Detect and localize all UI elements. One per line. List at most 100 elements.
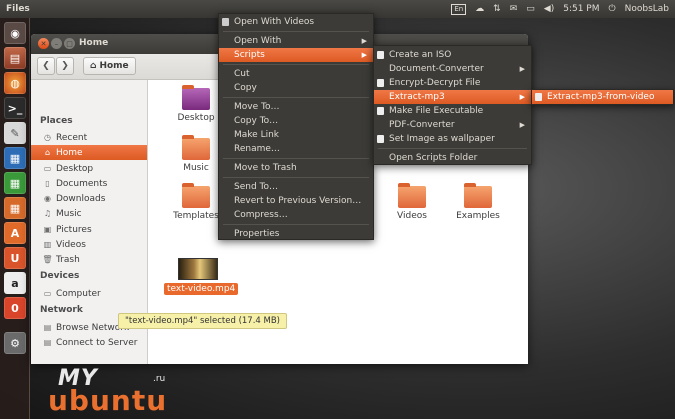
extract-mp3-from-video[interactable]: Extract-mp3-from-video (532, 90, 673, 104)
script-extract-mp3[interactable]: Extract-mp3 ▶ (374, 90, 531, 104)
update-manager-icon[interactable]: 0 (4, 297, 26, 319)
sidebar-item-label: Computer (56, 288, 101, 299)
folder-item-videos[interactable]: Videos (378, 183, 446, 221)
breadcrumb-home[interactable]: ⌂ Home (83, 57, 136, 75)
menu-copy-to[interactable]: Copy To… (219, 114, 373, 128)
menu-separator (223, 158, 369, 159)
keyboard-indicator[interactable]: En (451, 3, 467, 15)
minimize-button[interactable]: – (51, 38, 62, 49)
sidebar-item-label: Home (56, 147, 83, 158)
menu-separator (378, 148, 527, 149)
sidebar-item-desktop[interactable]: ▭ Desktop (31, 161, 147, 176)
mail-icon[interactable]: ✉ (510, 0, 518, 18)
script-file-icon (377, 107, 384, 115)
clock-icon: ◷ (44, 133, 51, 142)
scripts-submenu: Create an ISO Document-Converter ▶ Encryp… (373, 45, 532, 165)
video-icon: ▥ (43, 240, 52, 249)
forward-button[interactable]: ❯ (56, 57, 74, 75)
writer-icon[interactable]: ▦ (4, 147, 26, 169)
menu-properties[interactable]: Properties (219, 227, 373, 241)
logo-ru: .ru (153, 374, 166, 384)
battery-icon[interactable]: ▭ (526, 0, 535, 18)
maximize-button[interactable]: □ (64, 38, 75, 49)
network-heading: Network (40, 305, 83, 315)
files-icon[interactable]: ▤ (4, 47, 26, 69)
text-editor-icon[interactable]: ✎ (4, 122, 26, 144)
back-arrow-icon: ❮ (42, 61, 50, 71)
video-app-icon (222, 18, 229, 26)
menu-cut[interactable]: Cut (219, 67, 373, 81)
sidebar-item-pictures[interactable]: ▣ Pictures (31, 222, 147, 237)
trash-icon: 🗑 (42, 255, 53, 264)
script-make-executable[interactable]: Make File Executable (374, 104, 531, 118)
script-set-wallpaper[interactable]: Set Image as wallpaper (374, 132, 531, 146)
menu-copy[interactable]: Copy (219, 81, 373, 95)
software-center-icon[interactable]: A (4, 222, 26, 244)
script-document-converter[interactable]: Document-Converter ▶ (374, 62, 531, 76)
sidebar-item-computer[interactable]: ▭ Computer (31, 286, 147, 301)
folder-label: Music (183, 163, 209, 173)
volume-icon[interactable]: ◀) (544, 0, 554, 18)
sidebar-item-videos[interactable]: ▥ Videos (31, 237, 147, 252)
sidebar-item-documents[interactable]: ▯ Documents (31, 176, 147, 191)
network-icon[interactable]: ⇅ (493, 0, 501, 18)
power-icon[interactable]: ⏻ (608, 0, 615, 18)
calc-icon[interactable]: ▦ (4, 172, 26, 194)
folder-item-examples[interactable]: Examples (444, 183, 512, 221)
menu-separator (223, 64, 369, 65)
sidebar-item-trash[interactable]: 🗑 Trash (31, 252, 147, 267)
menu-separator (223, 224, 369, 225)
sidebar-item-downloads[interactable]: ◉ Downloads (31, 191, 147, 206)
menu-scripts[interactable]: Scripts ▶ (219, 48, 373, 62)
watermark-logo: MY .ru ubuntu (40, 366, 190, 417)
script-file-icon (535, 93, 542, 101)
sidebar-item-music[interactable]: ♫ Music (31, 206, 147, 221)
open-scripts-folder[interactable]: Open Scripts Folder (374, 151, 531, 165)
menu-revert-version[interactable]: Revert to Previous Version… (219, 194, 373, 208)
document-icon: ▯ (45, 179, 50, 188)
amazon-icon[interactable]: a (4, 272, 26, 294)
script-file-icon (377, 135, 384, 143)
back-button[interactable]: ❮ (37, 57, 55, 75)
logo-ubuntu: ubuntu (48, 384, 168, 417)
folder-icon: ▭ (43, 164, 52, 173)
sidebar-item-recent[interactable]: ◷ Recent (31, 130, 147, 145)
server-icon: ▤ (43, 338, 52, 347)
menu-move-to[interactable]: Move To… (219, 100, 373, 114)
impress-icon[interactable]: ▦ (4, 197, 26, 219)
ubuntu-dash-icon[interactable]: ◉ (4, 22, 26, 44)
menu-send-to[interactable]: Send To… (219, 180, 373, 194)
script-encrypt-decrypt[interactable]: Encrypt-Decrypt File (374, 76, 531, 90)
menu-compress[interactable]: Compress… (219, 208, 373, 222)
minimize-icon: – (54, 39, 59, 48)
context-menu: Open With Videos Open With ▶ Scripts ▶ Cut… (218, 13, 374, 240)
cloud-icon[interactable]: ☁ (475, 0, 484, 18)
firefox-icon[interactable]: ◍ (4, 72, 26, 94)
clock[interactable]: 5:51 PM (563, 0, 599, 18)
menu-open-with[interactable]: Open With ▶ (219, 34, 373, 48)
sidebar-item-home[interactable]: ⌂ Home (31, 145, 147, 160)
forward-arrow-icon: ❯ (61, 61, 69, 71)
sidebar-item-connect-server[interactable]: ▤ Connect to Server (31, 335, 147, 350)
menu-open-with-videos[interactable]: Open With Videos (219, 15, 373, 29)
settings-icon[interactable]: ⚙ (4, 332, 26, 354)
submenu-arrow-icon: ▶ (519, 93, 525, 101)
terminal-icon[interactable]: >_ (4, 97, 26, 119)
ubuntu-one-icon[interactable]: U (4, 247, 26, 269)
examples-folder-icon (464, 183, 492, 208)
templates-folder-icon (182, 183, 210, 208)
window-title: Home (79, 38, 109, 48)
menu-move-to-trash[interactable]: Move to Trash (219, 161, 373, 175)
script-create-iso[interactable]: Create an ISO (374, 48, 531, 62)
sidebar-item-label: Pictures (56, 224, 92, 235)
user-name[interactable]: NoobsLab (625, 0, 669, 18)
picture-icon: ▣ (43, 225, 52, 234)
video-thumbnail[interactable] (178, 258, 218, 280)
script-pdf-converter[interactable]: PDF-Converter ▶ (374, 118, 531, 132)
extract-mp3-submenu: Extract-mp3-from-video (531, 89, 674, 105)
close-button[interactable]: ✕ (38, 38, 49, 49)
selected-file-label[interactable]: text-video.mp4 (164, 283, 239, 295)
indicator-area: En ☁ ⇅ ✉ ▭ ◀) 5:51 PM ⏻ NoobsLab (451, 0, 669, 18)
menu-rename[interactable]: Rename… (219, 142, 373, 156)
menu-make-link[interactable]: Make Link (219, 128, 373, 142)
